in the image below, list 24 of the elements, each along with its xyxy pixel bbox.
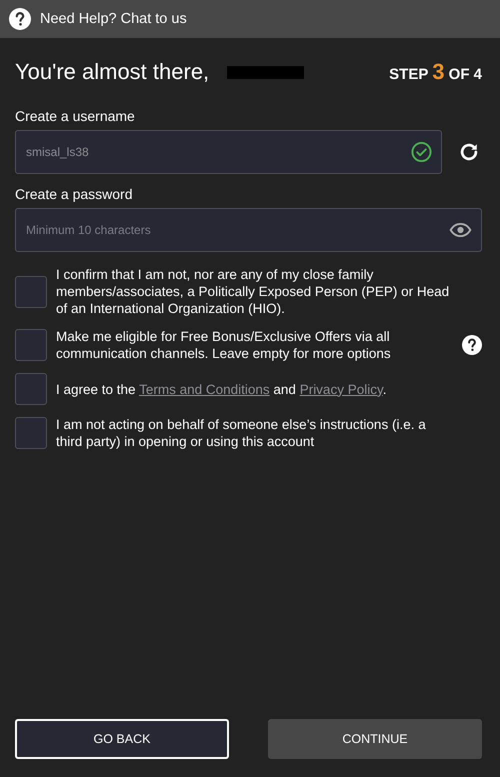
username-field[interactable]: smisal_ls38 [15, 130, 442, 174]
link[interactable]: Privacy Policy [300, 382, 383, 396]
greeting-title: You're almost there, [15, 59, 210, 85]
checkbox[interactable] [15, 373, 47, 405]
help-icon[interactable] [462, 335, 482, 355]
checkbox[interactable] [15, 417, 47, 449]
checkbox[interactable] [15, 329, 47, 361]
continue-button[interactable]: CONTINUE [268, 719, 482, 759]
link[interactable]: Terms and Conditions [139, 382, 270, 396]
username-label: Create a username [15, 108, 136, 124]
step-indicator: STEP 3 OF 4 [389, 59, 482, 85]
checkbox[interactable] [15, 276, 47, 308]
eye-icon[interactable] [449, 222, 472, 238]
password-field[interactable]: Minimum 10 characters [15, 208, 482, 252]
checkbox-label: I confirm that I am not, nor are any of my close family members/associates, a Politically Exposed Person (PEP) or Head of an International Organization (HIO). [56, 266, 450, 317]
checkbox-label: I agree to the Terms and Conditions and Privacy Policy. [56, 380, 388, 398]
checkbox-label: Make me eligible for Free Bonus/Exclusive Offers via all communication channels. Leave empty for more options [56, 328, 392, 362]
help-icon [9, 8, 31, 30]
checkbox-label: I am not acting on behalf of someone else’s instructions (i.e. a third party) in opening or using this account [56, 416, 427, 450]
refresh-icon[interactable] [458, 141, 480, 163]
back-button[interactable]: GO BACK [15, 719, 229, 759]
help-bar[interactable]: Need Help? Chat to us [0, 0, 500, 38]
password-label: Create a password [15, 186, 134, 202]
help-text[interactable]: Need Help? Chat to us [40, 11, 187, 27]
